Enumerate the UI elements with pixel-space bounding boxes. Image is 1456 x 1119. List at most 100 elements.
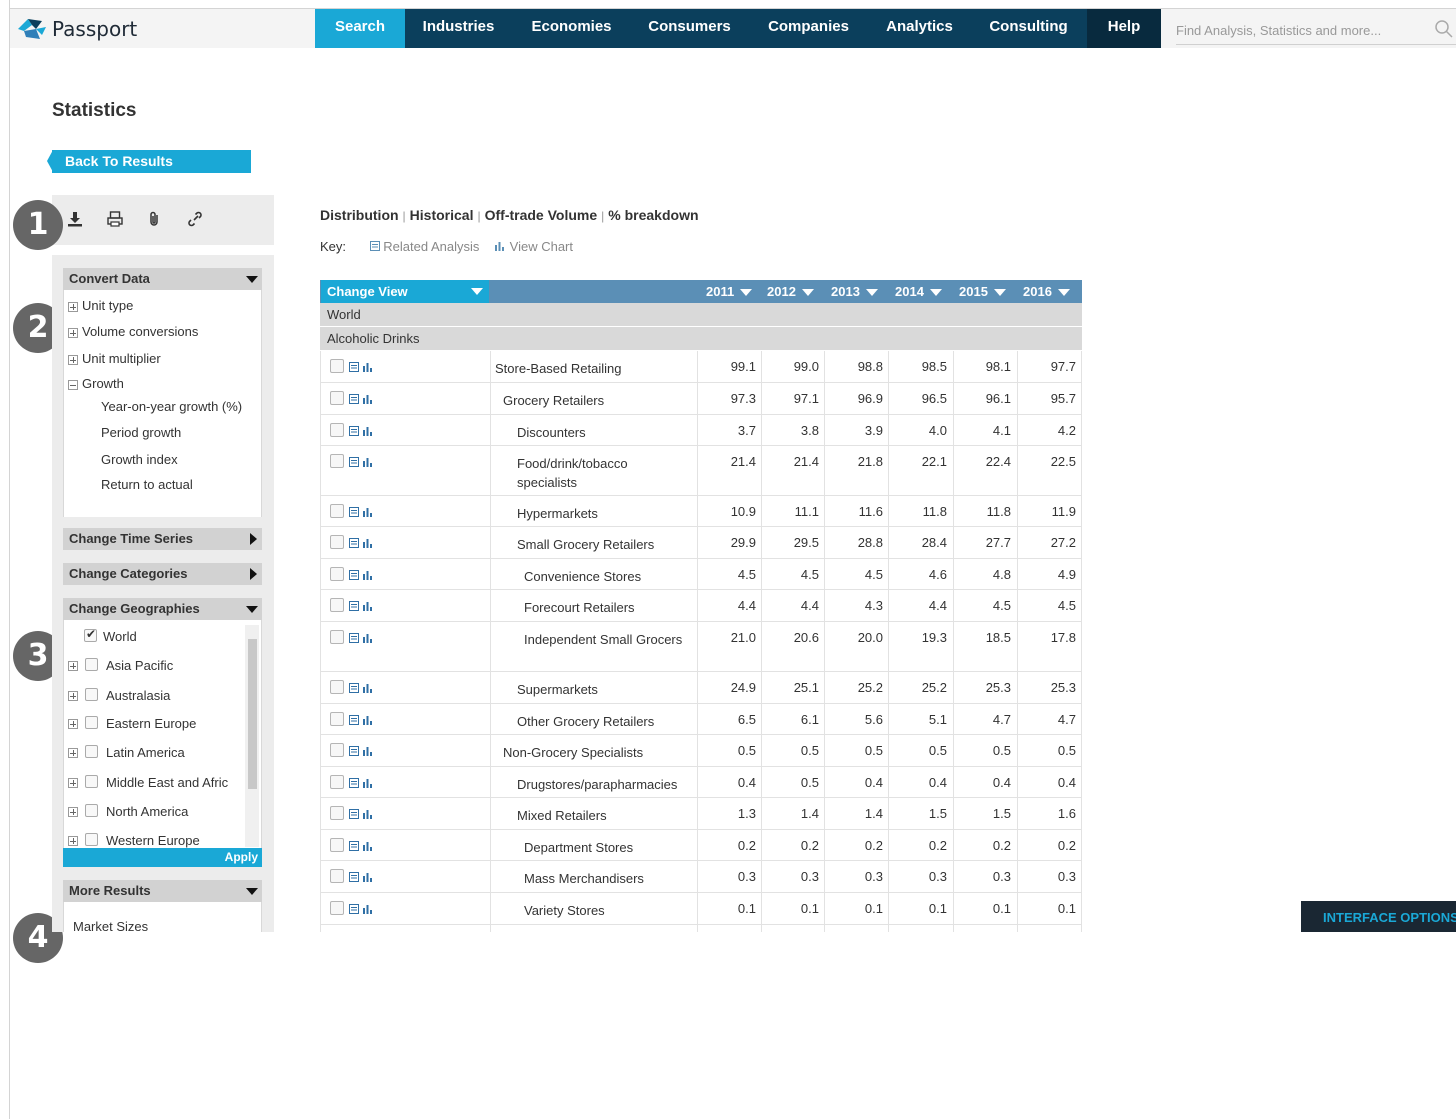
geo-checkbox[interactable]	[85, 716, 98, 729]
nav-search[interactable]: Search	[315, 9, 405, 48]
row-checkbox[interactable]	[330, 567, 344, 581]
row-checkbox[interactable]	[330, 775, 344, 789]
nav-economies[interactable]: Economies	[512, 9, 631, 48]
row-checkbox[interactable]	[330, 454, 344, 468]
view-chart-icon[interactable]	[363, 746, 374, 756]
nav-companies[interactable]: Companies	[748, 9, 869, 48]
view-chart-icon[interactable]	[363, 570, 374, 580]
growth-item-index[interactable]: Growth index	[101, 452, 178, 467]
view-chart-icon[interactable]	[363, 872, 374, 882]
view-chart-icon[interactable]	[363, 426, 374, 436]
geo-item-eastern-europe[interactable]: Eastern Europe	[67, 716, 196, 731]
apply-button[interactable]: Apply	[63, 848, 262, 867]
row-checkbox[interactable]	[330, 630, 344, 644]
print-icon[interactable]	[103, 207, 127, 231]
nav-analytics[interactable]: Analytics	[869, 9, 970, 48]
related-analysis-icon[interactable]	[349, 841, 359, 851]
related-analysis-icon[interactable]	[349, 394, 359, 404]
related-analysis-icon[interactable]	[349, 904, 359, 914]
growth-item-yoy[interactable]: Year-on-year growth (%)	[101, 399, 242, 414]
passport-logo[interactable]: Passport	[14, 15, 137, 43]
related-analysis-icon[interactable]	[349, 809, 359, 819]
more-result-market-sizes[interactable]: Market Sizes	[73, 919, 148, 934]
geo-checkbox[interactable]	[85, 833, 98, 846]
view-chart-icon[interactable]	[363, 394, 374, 404]
view-chart-icon[interactable]	[363, 601, 374, 611]
view-chart-icon[interactable]	[363, 633, 374, 643]
back-to-results-button[interactable]: Back To Results	[47, 150, 251, 173]
view-chart-icon[interactable]	[363, 778, 374, 788]
geo-checkbox[interactable]	[85, 658, 98, 671]
expand-icon[interactable]	[68, 691, 78, 701]
year-header-2016[interactable]: 2016	[1023, 280, 1070, 303]
convert-item-unit-multiplier[interactable]: Unit multiplier	[67, 351, 161, 366]
row-checkbox[interactable]	[330, 743, 344, 757]
geo-item-latin-america[interactable]: Latin America	[67, 745, 185, 760]
expand-icon[interactable]	[68, 302, 78, 312]
breadcrumb-item[interactable]: % breakdown	[608, 207, 698, 223]
nav-consulting[interactable]: Consulting	[970, 9, 1087, 48]
expand-icon[interactable]	[68, 748, 78, 758]
related-analysis-icon[interactable]	[349, 601, 359, 611]
geo-item-world[interactable]: World	[67, 627, 137, 644]
attach-icon[interactable]	[143, 207, 167, 231]
geo-item-middle-east-africa[interactable]: Middle East and Afric	[67, 775, 228, 790]
geo-checkbox[interactable]	[85, 775, 98, 788]
related-analysis-icon[interactable]	[349, 715, 359, 725]
geo-checkbox[interactable]	[85, 688, 98, 701]
nav-help[interactable]: Help	[1087, 9, 1161, 48]
change-categories-header[interactable]: Change Categories	[63, 563, 262, 585]
year-header-2014[interactable]: 2014	[895, 280, 942, 303]
geo-item-asia-pacific[interactable]: Asia Pacific	[67, 658, 173, 673]
related-analysis-icon[interactable]	[349, 633, 359, 643]
breadcrumb-item[interactable]: Historical	[410, 207, 474, 223]
change-geographies-header[interactable]: Change Geographies	[63, 598, 262, 620]
expand-icon[interactable]	[68, 355, 78, 365]
expand-icon[interactable]	[68, 719, 78, 729]
row-checkbox[interactable]	[330, 535, 344, 549]
interface-options-button[interactable]: INTERFACE OPTIONS	[1301, 901, 1456, 932]
convert-item-growth[interactable]: Growth	[67, 376, 124, 391]
breadcrumb-item[interactable]: Distribution	[320, 207, 399, 223]
nav-consumers[interactable]: Consumers	[631, 9, 748, 48]
expand-icon[interactable]	[68, 778, 78, 788]
related-analysis-icon[interactable]	[349, 538, 359, 548]
download-icon[interactable]	[63, 207, 87, 231]
expand-icon[interactable]	[68, 328, 78, 338]
geographies-scrollbar[interactable]	[245, 625, 259, 847]
row-checkbox[interactable]	[330, 806, 344, 820]
collapse-icon[interactable]	[68, 380, 78, 390]
related-analysis-icon[interactable]	[349, 507, 359, 517]
row-checkbox[interactable]	[330, 838, 344, 852]
convert-item-unit-type[interactable]: Unit type	[67, 298, 133, 313]
convert-item-volume-conversions[interactable]: Volume conversions	[67, 324, 198, 339]
scrollbar-thumb[interactable]	[248, 639, 257, 789]
expand-icon[interactable]	[68, 661, 78, 671]
row-checkbox[interactable]	[330, 359, 344, 373]
related-analysis-icon[interactable]	[349, 683, 359, 693]
view-chart-icon[interactable]	[363, 809, 374, 819]
view-chart-icon[interactable]	[363, 904, 374, 914]
related-analysis-icon[interactable]	[349, 426, 359, 436]
geo-item-australasia[interactable]: Australasia	[67, 688, 170, 703]
row-checkbox[interactable]	[330, 712, 344, 726]
view-chart-icon[interactable]	[363, 507, 374, 517]
change-view-dropdown[interactable]: Change View	[321, 280, 489, 303]
expand-icon[interactable]	[68, 836, 78, 846]
growth-item-period[interactable]: Period growth	[101, 425, 181, 440]
view-chart-icon[interactable]	[363, 715, 374, 725]
view-chart-icon[interactable]	[363, 683, 374, 693]
row-checkbox[interactable]	[330, 680, 344, 694]
geo-checkbox[interactable]	[84, 627, 97, 642]
breadcrumb-item[interactable]: Off-trade Volume	[485, 207, 598, 223]
related-analysis-icon[interactable]	[349, 570, 359, 580]
more-results-header[interactable]: More Results	[63, 880, 262, 902]
view-chart-icon[interactable]	[363, 362, 374, 372]
related-analysis-icon[interactable]	[349, 778, 359, 788]
row-checkbox[interactable]	[330, 391, 344, 405]
convert-data-header[interactable]: Convert Data	[63, 268, 262, 290]
related-analysis-icon[interactable]	[349, 872, 359, 882]
related-analysis-icon[interactable]	[349, 746, 359, 756]
year-header-2012[interactable]: 2012	[767, 280, 814, 303]
year-header-2011[interactable]: 2011	[706, 280, 753, 303]
